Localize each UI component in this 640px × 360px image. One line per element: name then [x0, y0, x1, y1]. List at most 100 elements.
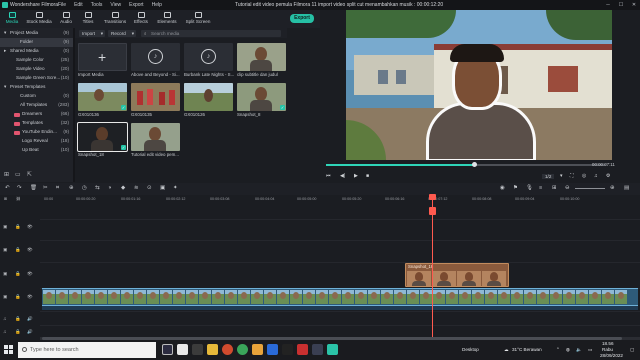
menu-view[interactable]: View	[110, 0, 121, 10]
snap-icon[interactable]: ⊞	[552, 185, 557, 191]
tree-item-preset-templates[interactable]: ▾ Preset Templates	[0, 83, 73, 92]
media-item-video-selected[interactable]: ✓	[77, 122, 128, 152]
lock-icon[interactable]: 🔒	[15, 294, 21, 300]
tree-item-shared-media[interactable]: ▸ Shared Media (0)	[0, 47, 73, 56]
clock-time[interactable]: 18.56	[602, 341, 614, 346]
preview-scrubber[interactable]	[326, 162, 606, 167]
menu-export[interactable]: Export	[129, 0, 143, 10]
tree-item-folder[interactable]: Folder (9)	[0, 38, 73, 47]
language-icon[interactable]: ▭	[588, 347, 592, 353]
step-back-icon[interactable]: ⏮	[326, 173, 331, 179]
tree-item-project-media[interactable]: ▾ Project Media (9)	[0, 29, 73, 38]
new-folder-icon[interactable]: ▭	[15, 171, 21, 178]
maximize-icon[interactable]: ☐	[617, 0, 625, 10]
tab-audio[interactable]: Audio	[58, 10, 74, 28]
zoom-in-icon[interactable]: ⊕	[610, 185, 615, 191]
taskbar-search-input[interactable]: Type here to search	[18, 342, 156, 358]
media-item-audio[interactable]: ♪	[184, 43, 233, 71]
tab-stock-media[interactable]: Stock Media	[26, 10, 52, 28]
media-item-video[interactable]: ✓	[237, 83, 286, 111]
volume-icon[interactable]: ♫	[594, 173, 598, 179]
speaker-icon[interactable]: 🔊	[27, 329, 33, 335]
app-icon[interactable]	[252, 344, 263, 355]
media-item-video[interactable]	[237, 43, 286, 71]
media-item-video[interactable]	[184, 83, 233, 111]
menu-tools[interactable]: Tools	[91, 0, 103, 10]
tree-item-sample-color[interactable]: Sample Color (25)	[0, 56, 73, 65]
media-item-video[interactable]	[131, 123, 180, 151]
tab-effects[interactable]: Effects	[132, 10, 150, 28]
crop-icon[interactable]: ⌗	[56, 185, 59, 192]
chevron-up-icon[interactable]: ⌃	[556, 347, 560, 353]
menu-file[interactable]: File	[58, 0, 66, 10]
word-pad-icon[interactable]	[177, 344, 188, 355]
desktop-toolbar-label[interactable]: Desktop	[462, 347, 479, 352]
eye-icon[interactable]: 👁	[27, 224, 33, 230]
notification-icon[interactable]: ▢	[630, 347, 634, 353]
tree-item-custom[interactable]: Custom (0)	[0, 92, 73, 101]
mic-icon[interactable]: 🎙	[526, 185, 533, 191]
stop-icon[interactable]: ■	[366, 173, 369, 179]
frame-back-icon[interactable]: ◀|	[340, 173, 345, 179]
voiceover-icon[interactable]: ≡	[539, 185, 542, 191]
lock-icon[interactable]: 🔒	[15, 329, 21, 335]
speed-icon[interactable]: ◷	[82, 185, 87, 191]
color-icon[interactable]: ◑	[108, 185, 111, 191]
tab-media[interactable]: Media	[4, 10, 20, 28]
tab-titles[interactable]: Titles	[80, 10, 96, 28]
word-icon[interactable]	[267, 344, 278, 355]
scrubber-handle[interactable]	[472, 162, 478, 167]
zoom-slider[interactable]	[575, 188, 605, 189]
app-icon[interactable]	[222, 344, 233, 355]
delete-icon[interactable]: 🗑	[30, 185, 37, 191]
settings-app-icon[interactable]	[192, 344, 203, 355]
media-item-video[interactable]	[131, 83, 180, 111]
tab-transitions[interactable]: Transitions	[102, 10, 128, 28]
zoom-dropdown[interactable]: 1/2	[542, 174, 555, 179]
zoom-out-icon[interactable]: ⊖	[565, 185, 570, 191]
weather-text[interactable]: 31°C Berawan	[512, 347, 542, 352]
cut-icon[interactable]: ✂	[43, 185, 48, 191]
app-icon[interactable]	[282, 344, 293, 355]
snapshot-icon[interactable]: ◎	[582, 173, 586, 179]
filmora-taskbar-icon[interactable]	[327, 344, 338, 355]
record-dropdown[interactable]: Record ▾	[108, 29, 136, 37]
tab-elements[interactable]: Elements	[156, 10, 178, 28]
redo-icon[interactable]: ↷	[17, 185, 22, 191]
close-icon[interactable]: ✕	[630, 0, 638, 10]
lock-icon[interactable]: 🔒	[15, 316, 21, 322]
tree-item-up-beat[interactable]: Up Beat (10)	[0, 146, 73, 155]
tree-item-dreamers[interactable]: Dreamers (66)	[0, 110, 73, 119]
speaker-icon[interactable]: 🔊	[27, 316, 33, 322]
add-track-icon[interactable]: ⊞	[4, 197, 7, 201]
lock-icon[interactable]: 🔒	[15, 224, 21, 230]
link-icon[interactable]: ⛓	[16, 197, 21, 201]
import-dropdown[interactable]: Import ▾	[79, 29, 105, 37]
tree-item-templates[interactable]: Templates (32)	[0, 119, 73, 128]
menu-edit[interactable]: Edit	[74, 0, 83, 10]
tab-split-screen[interactable]: Split Screen	[184, 10, 212, 28]
settings-icon[interactable]: ⚙	[606, 173, 610, 179]
lock-icon[interactable]: 🔒	[15, 271, 21, 277]
tree-item-youtube-ending[interactable]: YouTube Endin... (9)	[0, 128, 73, 137]
play-icon[interactable]: ▶	[354, 173, 358, 179]
youtube-icon[interactable]	[297, 344, 308, 355]
import-media-tile[interactable]: +	[78, 43, 127, 71]
add-folder-icon[interactable]: ⊞	[4, 171, 9, 178]
export-button[interactable]: Export	[290, 14, 314, 23]
fullscreen-icon[interactable]: ⛶	[570, 173, 574, 179]
powerpoint-icon[interactable]	[312, 344, 323, 355]
video-preview[interactable]	[346, 10, 612, 160]
timeline-ruler[interactable]: ⊞ ⛓ 00:00 00:00:00:20 00:00:01:16 00:00:…	[0, 195, 640, 207]
chrome-icon[interactable]	[237, 344, 248, 355]
search-input[interactable]: ⌕ Search media	[141, 29, 281, 37]
menu-help[interactable]: Help	[152, 0, 162, 10]
file-explorer-icon[interactable]	[207, 344, 218, 355]
network-icon[interactable]: ◍	[566, 347, 570, 353]
tree-item-sample-green-screen[interactable]: Sample Green Scre... (10)	[0, 74, 73, 83]
folder-up-icon[interactable]: ⇱	[27, 171, 32, 178]
zoom-icon[interactable]: ⊕	[69, 185, 74, 191]
timeline-clip-main[interactable]	[42, 288, 638, 306]
keyframe-icon[interactable]: ◆	[121, 185, 125, 191]
task-view-icon[interactable]	[162, 344, 173, 355]
